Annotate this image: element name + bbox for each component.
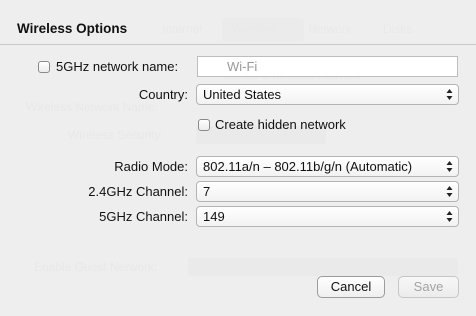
radio-mode-value: 802.11a/n – 802.11b/g/n (Automatic): [203, 159, 413, 174]
5ghz-network-name-checkbox[interactable]: [38, 61, 50, 73]
radio-mode-label: Radio Mode:: [114, 159, 188, 174]
channel-5ghz-value: 149: [203, 209, 225, 224]
cancel-button[interactable]: Cancel: [317, 276, 385, 298]
hidden-network-checkbox[interactable]: [198, 119, 210, 131]
5ghz-network-name-field[interactable]: Wi-Fi: [197, 56, 458, 77]
channel-24ghz-label: 2.4GHz Channel:: [88, 184, 188, 199]
hidden-network-label: Create hidden network: [215, 117, 346, 132]
country-popup[interactable]: United States: [196, 84, 459, 105]
title-divider: [0, 44, 476, 45]
updown-arrows-icon: [446, 161, 453, 172]
radio-mode-popup[interactable]: 802.11a/n – 802.11b/g/n (Automatic): [196, 156, 459, 177]
save-button[interactable]: Save: [398, 276, 459, 298]
updown-arrows-icon: [446, 89, 453, 100]
channel-5ghz-popup[interactable]: 149: [196, 206, 459, 227]
updown-arrows-icon: [446, 211, 453, 222]
dialog-title: Wireless Options: [17, 21, 128, 36]
5ghz-network-name-label: 5GHz network name:: [56, 59, 179, 74]
channel-24ghz-value: 7: [203, 184, 211, 199]
channel-24ghz-popup[interactable]: 7: [196, 181, 459, 202]
channel-5ghz-label: 5GHz Channel:: [99, 209, 188, 224]
country-value: United States: [203, 87, 282, 102]
wireless-options-sheet: Wireless Options 5GHz network name: Wi-F…: [0, 0, 476, 316]
country-label: Country:: [138, 87, 188, 102]
updown-arrows-icon: [446, 186, 453, 197]
